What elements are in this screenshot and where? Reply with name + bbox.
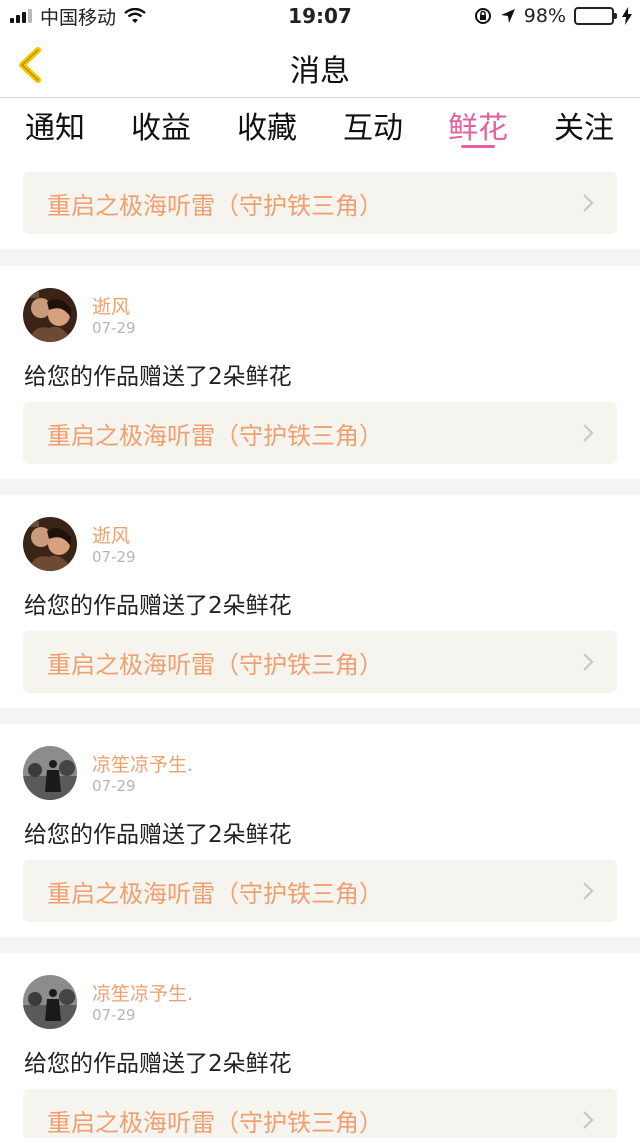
tab-flowers[interactable]: 鲜花 xyxy=(433,103,523,147)
battery-percent: 98% xyxy=(523,5,566,27)
message-card: 凉笙凉予生. 07-29 给您的作品赠送了2朵鲜花 重启之极海听雷（守护铁三角） xyxy=(0,953,640,1138)
message-card-partial: 重启之极海听雷（守护铁三角） xyxy=(0,159,640,249)
page-title: 消息 xyxy=(290,54,350,89)
avatar[interactable] xyxy=(23,288,77,342)
tab-notifications[interactable]: 通知 xyxy=(10,103,100,147)
message-text: 给您的作品赠送了2朵鲜花 xyxy=(24,1051,292,1077)
work-title: 重启之极海听雷（守护铁三角） xyxy=(47,192,383,220)
user-photo xyxy=(23,746,77,800)
avatar[interactable] xyxy=(23,517,77,571)
location-arrow-icon xyxy=(500,9,515,23)
username[interactable]: 逝风 xyxy=(92,521,130,548)
message-card: 凉笙凉予生. 07-29 给您的作品赠送了2朵鲜花 重启之极海听雷（守护铁三角） xyxy=(0,724,640,937)
username[interactable]: 凉笙凉予生. xyxy=(92,979,193,1006)
orientation-lock-icon xyxy=(474,8,491,24)
user-photo xyxy=(23,975,77,1029)
work-link[interactable]: 重启之极海听雷（守护铁三角） xyxy=(23,172,617,234)
work-title: 重启之极海听雷（守护铁三角） xyxy=(47,651,383,679)
work-link[interactable]: 重启之极海听雷（守护铁三角） xyxy=(23,631,617,693)
tab-bar: 通知 收益 收藏 互动 鲜花 关注 xyxy=(0,99,640,159)
work-title: 重启之极海听雷（守护铁三角） xyxy=(47,1109,383,1137)
work-link[interactable]: 重启之极海听雷（守护铁三角） xyxy=(23,860,617,922)
chevron-right-icon xyxy=(583,1111,594,1129)
work-title: 重启之极海听雷（守护铁三角） xyxy=(47,880,383,908)
user-photo xyxy=(23,517,77,571)
chevron-right-icon xyxy=(583,194,594,212)
message-text: 给您的作品赠送了2朵鲜花 xyxy=(24,822,292,848)
tab-earnings[interactable]: 收益 xyxy=(116,103,206,147)
avatar[interactable] xyxy=(23,746,77,800)
message-date: 07-29 xyxy=(92,319,136,337)
active-tab-indicator xyxy=(461,145,495,148)
avatar[interactable] xyxy=(23,975,77,1029)
work-title: 重启之极海听雷（守护铁三角） xyxy=(47,422,383,450)
message-text: 给您的作品赠送了2朵鲜花 xyxy=(24,593,292,619)
message-card: 逝风 07-29 给您的作品赠送了2朵鲜花 重启之极海听雷（守护铁三角） xyxy=(0,495,640,708)
chevron-right-icon xyxy=(583,653,594,671)
message-text: 给您的作品赠送了2朵鲜花 xyxy=(24,364,292,390)
chevron-right-icon xyxy=(583,424,594,442)
message-date: 07-29 xyxy=(92,1006,136,1024)
charging-bolt-icon xyxy=(622,7,632,25)
chevron-right-icon xyxy=(583,882,594,900)
tab-interactions[interactable]: 互动 xyxy=(328,103,418,147)
username[interactable]: 凉笙凉予生. xyxy=(92,750,193,777)
status-right: 98% xyxy=(474,4,632,28)
message-date: 07-29 xyxy=(92,548,136,566)
tab-following[interactable]: 关注 xyxy=(539,103,629,147)
username[interactable]: 逝风 xyxy=(92,292,130,319)
work-link[interactable]: 重启之极海听雷（守护铁三角） xyxy=(23,1089,617,1138)
tab-favorites[interactable]: 收藏 xyxy=(222,103,312,147)
user-photo xyxy=(23,288,77,342)
nav-bar: 消息 xyxy=(0,32,640,98)
message-date: 07-29 xyxy=(92,777,136,795)
battery-icon xyxy=(574,7,617,25)
work-link[interactable]: 重启之极海听雷（守护铁三角） xyxy=(23,402,617,464)
status-bar: 中国移动 19:07 98% xyxy=(0,0,640,32)
message-card: 逝风 07-29 给您的作品赠送了2朵鲜花 重启之极海听雷（守护铁三角） xyxy=(0,266,640,479)
